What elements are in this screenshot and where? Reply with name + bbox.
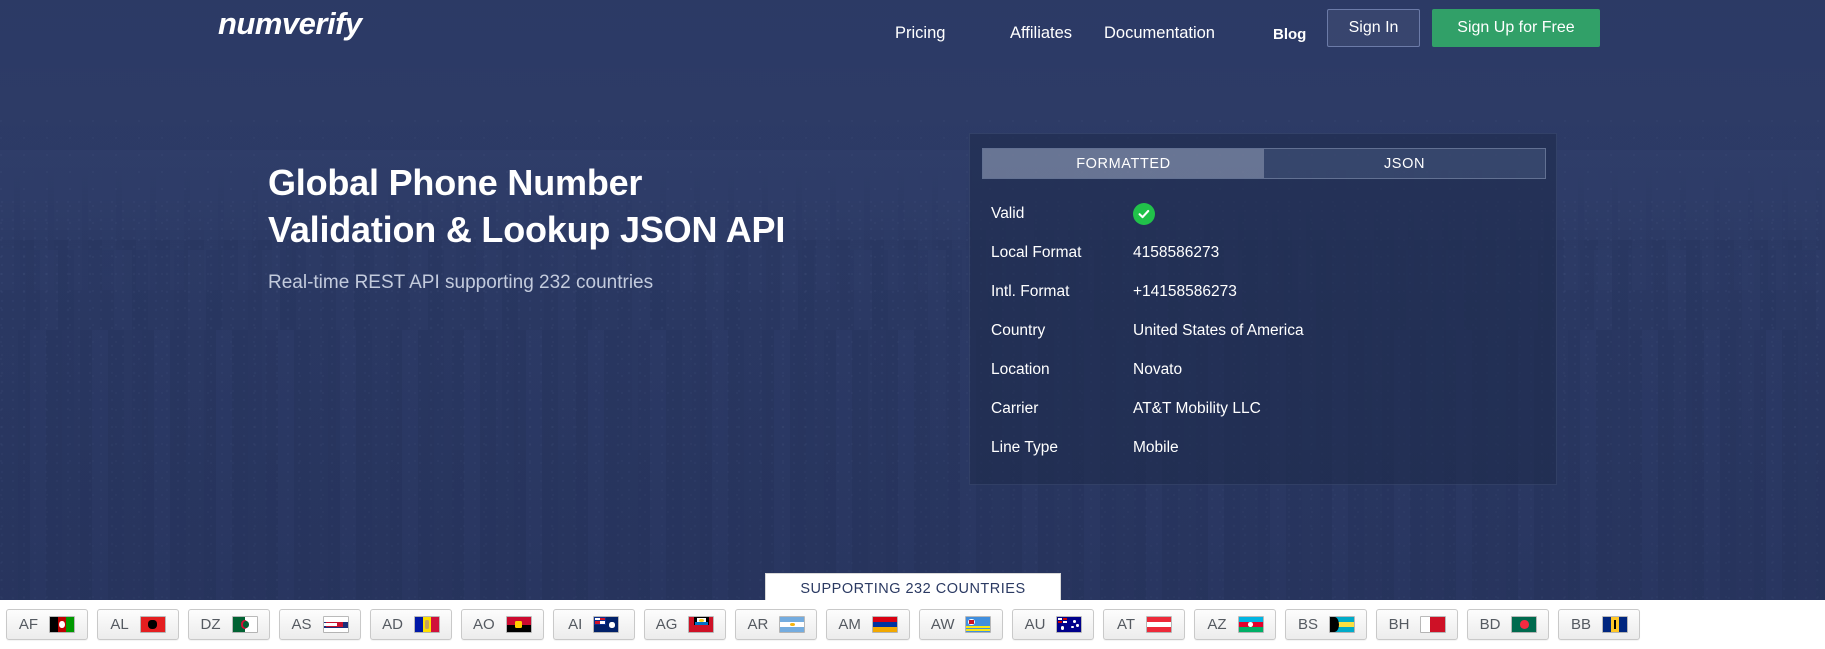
flag-icon-af [49, 616, 76, 633]
flag-icon-ad [413, 616, 440, 633]
flag-icon-az [1237, 616, 1264, 633]
country-chip-ai[interactable]: AI [552, 609, 635, 640]
hero-subtitle: Real-time REST API supporting 232 countr… [268, 271, 654, 293]
page-title: Global Phone Number Validation & Lookup … [268, 160, 785, 254]
result-tabs: FORMATTED JSON [982, 148, 1546, 179]
flag-icon-aw [965, 616, 992, 633]
result-row: Intl. Format +14158586273 [991, 272, 1536, 311]
country-code-label: AG [655, 616, 678, 633]
country-chip-bb[interactable]: BB [1558, 609, 1641, 640]
result-row: Country United States of America [991, 311, 1536, 350]
nav-link-blog[interactable]: Blog [1273, 22, 1306, 47]
country-code-label: AI [568, 616, 583, 633]
country-chip-dz[interactable]: DZ [188, 609, 270, 640]
result-row-label: Location [991, 360, 1050, 378]
result-row: Local Format 4158586273 [991, 233, 1536, 272]
country-chip-aw[interactable]: AW [918, 609, 1004, 640]
result-row-value: 4158586273 [1133, 243, 1220, 261]
country-chip-at[interactable]: AT [1103, 609, 1186, 640]
sign-in-button[interactable]: Sign In [1327, 9, 1420, 47]
flag-icon-dz [231, 616, 258, 633]
country-chip-am[interactable]: AM [826, 609, 910, 640]
country-chip-as[interactable]: AS [279, 609, 361, 640]
country-chip-af[interactable]: AF [6, 609, 88, 640]
country-code-label: AF [18, 616, 39, 633]
country-chip-bs[interactable]: BS [1285, 609, 1368, 640]
country-code-label: AS [291, 616, 312, 633]
nav-link-affiliates[interactable]: Affiliates [1010, 20, 1072, 47]
country-code-label: AW [930, 616, 955, 633]
result-row: Line Type Mobile [991, 428, 1536, 467]
result-rows: Valid Local Format 4158586273 Intl. Format +… [991, 194, 1536, 467]
flag-icon-as [322, 616, 349, 633]
result-row-value: Mobile [1133, 438, 1179, 456]
country-code-label: AR [747, 616, 769, 633]
country-chip-bh[interactable]: BH [1376, 609, 1459, 640]
country-code-label: DZ [200, 616, 221, 633]
result-row-label: Intl. Format [991, 282, 1070, 300]
flag-icon-ao [505, 616, 532, 633]
result-row-value: AT&T Mobility LLC [1133, 399, 1261, 417]
country-code-label: AM [838, 616, 861, 633]
country-chip-ag[interactable]: AG [643, 609, 727, 640]
result-row-value: United States of America [1133, 321, 1304, 339]
page-title-line2: Validation & Lookup JSON API [268, 208, 786, 250]
result-row-label: Valid [991, 204, 1025, 222]
country-chip-ar[interactable]: AR [735, 609, 818, 640]
tab-json[interactable]: JSON [1264, 149, 1545, 178]
flag-icon-am [871, 616, 898, 633]
country-chip-al[interactable]: AL [97, 609, 179, 640]
flag-icon-bs [1328, 616, 1355, 633]
valid-check-icon [1133, 202, 1155, 225]
flag-icon-al [139, 616, 166, 633]
result-row-label: Local Format [991, 243, 1082, 261]
flag-icon-au [1056, 616, 1083, 633]
flag-icon-bd [1511, 616, 1538, 633]
country-chip-ao[interactable]: AO [461, 609, 544, 640]
result-row-label: Country [991, 321, 1046, 339]
nav-link-pricing[interactable]: Pricing [895, 20, 945, 47]
country-code-label: AZ [1207, 616, 1227, 633]
country-code-label: AD [382, 616, 403, 633]
country-chip-az[interactable]: AZ [1194, 609, 1277, 640]
nav-link-documentation[interactable]: Documentation [1104, 20, 1215, 47]
country-code-label: AO [473, 616, 495, 633]
country-code-label: BH [1388, 616, 1410, 633]
flag-icon-bb [1601, 616, 1628, 633]
sign-up-button[interactable]: Sign Up for Free [1432, 9, 1600, 47]
result-row: Valid [991, 194, 1536, 233]
supporting-countries-banner: SUPPORTING 232 COUNTRIES [765, 573, 1061, 603]
hero-headline-block: Global Phone Number Validation & Lookup … [268, 160, 785, 294]
country-code-label: AU [1024, 616, 1046, 633]
country-code-label: AT [1116, 616, 1136, 633]
country-code-label: BB [1570, 616, 1591, 633]
result-row: Carrier AT&T Mobility LLC [991, 389, 1536, 428]
country-chip-ad[interactable]: AD [370, 609, 452, 640]
country-code-label: BD [1479, 616, 1501, 633]
result-row: Location Novato [991, 350, 1536, 389]
site-logo[interactable]: numverify [218, 6, 362, 42]
result-row-label: Carrier [991, 399, 1039, 417]
flag-icon-bh [1420, 616, 1447, 633]
tab-formatted[interactable]: FORMATTED [983, 149, 1264, 178]
country-chip-au[interactable]: AU [1012, 609, 1095, 640]
flag-icon-ai [593, 616, 620, 633]
flag-icon-at [1146, 616, 1173, 633]
country-code-label: BS [1297, 616, 1318, 633]
country-code-label: AL [110, 616, 129, 633]
flag-icon-ag [688, 616, 715, 633]
flag-icon-ar [779, 616, 806, 633]
country-chip-bd[interactable]: BD [1467, 609, 1550, 640]
result-row-value: +14158586273 [1133, 282, 1237, 300]
top-navigation-bar: numverify Pricing Affiliates Documentati… [0, 0, 1825, 56]
lookup-result-panel: FORMATTED JSON Valid Local Format 41585862… [969, 133, 1557, 485]
result-row-label: Line Type [991, 438, 1058, 456]
country-flag-bar[interactable]: AF AL DZ AS AD AO AI AG AR AM AW AU AT AZ BS BH BD BB [0, 600, 1825, 649]
page-title-line1: Global Phone Number [268, 162, 643, 203]
result-row-value: Novato [1133, 360, 1183, 378]
